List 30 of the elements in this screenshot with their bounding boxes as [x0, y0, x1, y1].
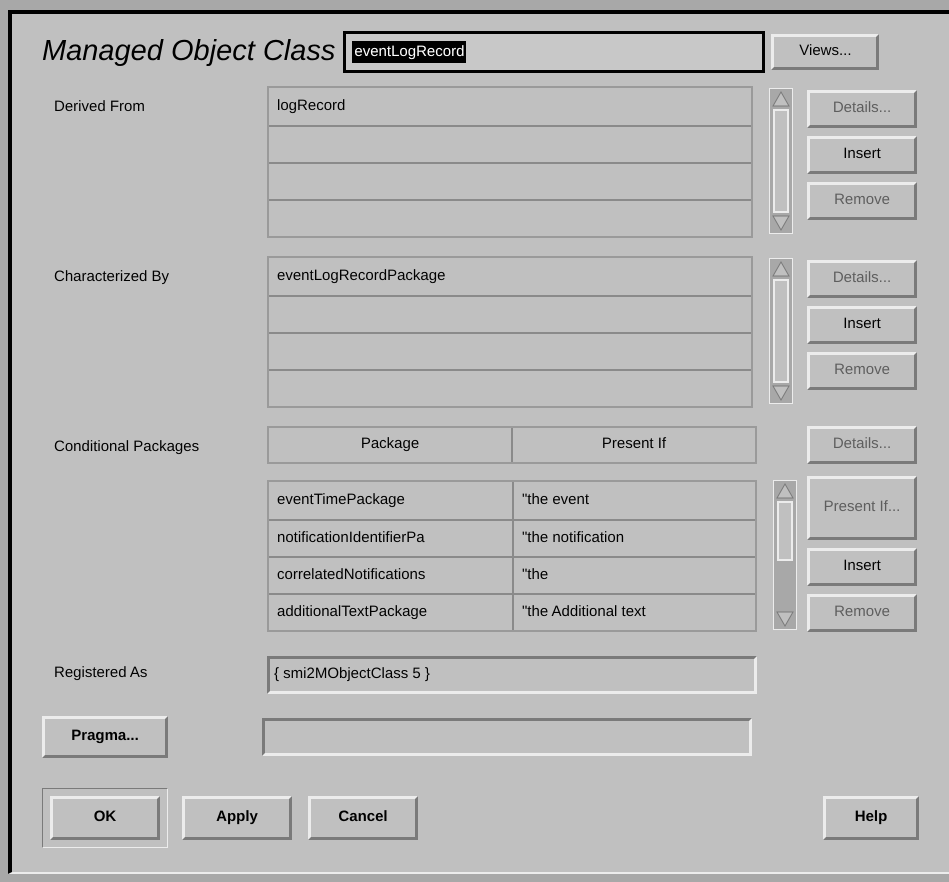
- table-cell[interactable]: notificationIdentifierPa: [269, 520, 512, 556]
- field-label: Registered As: [54, 662, 148, 682]
- dialog-button[interactable]: Apply: [182, 796, 292, 840]
- section-label: Derived From: [54, 96, 146, 116]
- table-cell[interactable]: correlatedNotifications: [269, 558, 512, 592]
- scrollbar[interactable]: [769, 88, 793, 234]
- table-cell[interactable]: "the event: [512, 482, 755, 518]
- list-button[interactable]: Insert: [807, 306, 917, 344]
- table-cell[interactable]: eventTimePackage: [269, 482, 512, 518]
- pragma-button[interactable]: Pragma...: [42, 716, 168, 758]
- dialog-button[interactable]: Cancel: [308, 796, 418, 840]
- scrollbar[interactable]: [773, 480, 797, 630]
- class-name-field[interactable]: eventLogRecord: [343, 30, 766, 73]
- table-cell[interactable]: additionalTextPackage: [269, 594, 512, 630]
- section-label: Conditional Packages: [54, 436, 200, 456]
- dialog-button[interactable]: Help: [823, 796, 919, 840]
- column-header: Present If: [511, 428, 755, 462]
- list-button[interactable]: Insert: [807, 136, 917, 174]
- table-cell[interactable]: "the Additional text: [512, 594, 755, 630]
- scrollbar[interactable]: [769, 258, 793, 404]
- views-button[interactable]: Views...: [771, 34, 880, 70]
- dialog-button[interactable]: OK: [50, 796, 160, 840]
- section-label: Characterized By: [54, 266, 170, 286]
- table-button[interactable]: Insert: [807, 548, 917, 586]
- table-cell[interactable]: "the: [512, 558, 755, 592]
- column-header: Package: [360, 434, 420, 454]
- pragma-field[interactable]: [262, 718, 752, 756]
- dialog-title: Managed Object Class: [42, 34, 336, 69]
- registered-as-field[interactable]: { smi2MObjectClass 5 }: [267, 656, 757, 694]
- table-cell[interactable]: "the notification: [512, 520, 755, 556]
